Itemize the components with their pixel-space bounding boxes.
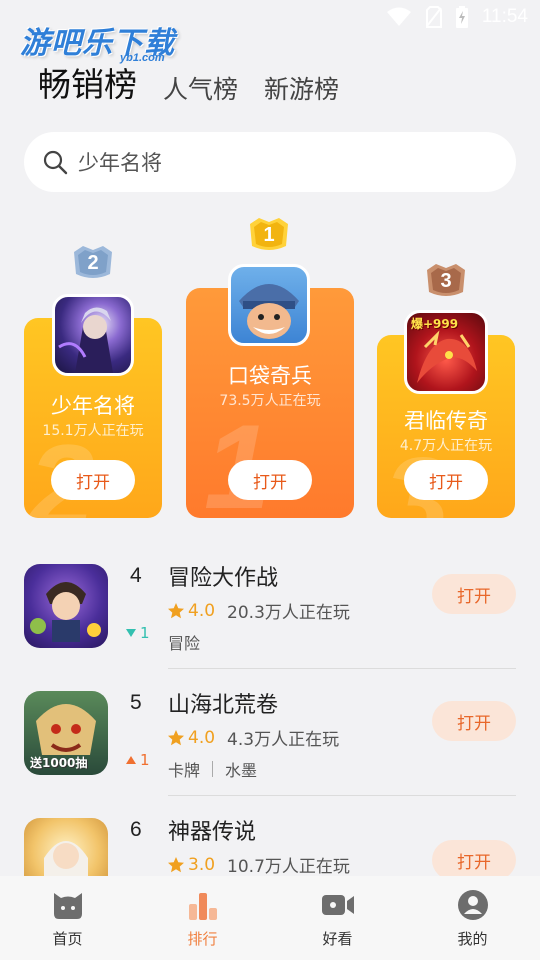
nav-item-watch[interactable]: 好看 [270, 876, 405, 960]
tag-separator [212, 761, 214, 777]
hero-art [58, 307, 113, 373]
game-icon-shaonian-mingjiang[interactable] [52, 294, 134, 376]
tab-bestseller[interactable]: 畅销榜 [38, 58, 137, 106]
bottom-nav: 首页 排行 好看 我的 [0, 876, 540, 960]
open-button[interactable]: 打开 [51, 460, 135, 500]
game-icon-maoxian-dazuozhan[interactable] [24, 564, 108, 648]
game-tag: 冒险 [168, 634, 201, 653]
rank-number: 5 [130, 691, 142, 714]
rank-number: 6 [130, 818, 142, 841]
game-tag: 水墨 [225, 761, 258, 780]
star-icon [168, 602, 184, 618]
sage-art [44, 841, 88, 876]
adventure-art [30, 582, 101, 642]
game-icon-koudai-qibing[interactable] [228, 264, 310, 346]
video-camera-icon [321, 895, 354, 915]
podium-game-name: 君临传奇 [404, 409, 488, 433]
divider [168, 795, 516, 796]
game-icon-shenqi-chuanshuo[interactable] [24, 818, 108, 876]
nav-label: 我的 [457, 930, 488, 948]
icon-badge-text: 送1000抽 [30, 756, 88, 770]
nav-item-ranking[interactable]: 排行 [135, 876, 270, 960]
game-rating: 4.0 [188, 600, 216, 621]
game-name: 神器传说 [168, 820, 257, 845]
game-tag: 卡牌 [168, 761, 201, 780]
open-button[interactable]: 打开 [432, 701, 516, 741]
game-players: 20.3万人正在玩 [227, 603, 350, 623]
soldier-art [239, 284, 299, 339]
game-players: 10.7万人正在玩 [227, 857, 350, 876]
podium-players: 15.1万人正在玩 [42, 423, 144, 439]
search-bar[interactable]: 少年名将 [24, 132, 516, 192]
list-item-rank-6[interactable]: 6 神器传说 3.0 10.7万人正在玩 打开 [0, 818, 540, 876]
star-icon [168, 856, 184, 872]
game-tags: 冒险 [168, 630, 200, 654]
open-button[interactable]: 打开 [432, 574, 516, 614]
game-players: 4.3万人正在玩 [227, 730, 340, 750]
podium-players: 4.7万人正在玩 [399, 438, 493, 454]
ranking-bars-icon [188, 893, 217, 920]
list-item-rank-4[interactable]: 4 1 冒险大作战 4.0 20.3万人正在玩 冒险 打开 [0, 564, 540, 690]
search-icon [43, 150, 68, 175]
trend-value: 1 [140, 751, 150, 769]
game-name: 山海北荒卷 [168, 693, 279, 718]
medal-number: 2 [87, 252, 99, 274]
wifi-icon [386, 7, 411, 26]
medal-number: 1 [263, 224, 275, 246]
divider [168, 668, 516, 669]
game-name: 冒险大作战 [168, 566, 279, 591]
nav-item-mine[interactable]: 我的 [405, 876, 540, 960]
profile-avatar-icon [457, 890, 488, 920]
trend-value: 1 [140, 624, 150, 642]
trend-up-icon [126, 756, 136, 764]
medal-number: 3 [440, 270, 452, 292]
search-input[interactable]: 少年名将 [78, 147, 162, 177]
open-button[interactable]: 打开 [228, 460, 312, 500]
open-button[interactable]: 打开 [432, 840, 516, 876]
nav-item-home[interactable]: 首页 [0, 876, 135, 960]
status-icons: 11:54 [386, 6, 528, 28]
game-icon-shanhai-beihuangjuan[interactable]: 送1000抽 [24, 691, 108, 775]
star-icon [168, 729, 184, 745]
game-rating: 3.0 [188, 854, 216, 875]
podium-game-name: 少年名将 [51, 394, 135, 418]
game-icon-junlin-chuanqi[interactable]: 爆+999 [404, 310, 488, 394]
rank-trend: 1 [126, 751, 150, 769]
tab-new-games[interactable]: 新游榜 [264, 70, 339, 106]
tab-popular[interactable]: 人气榜 [163, 70, 238, 106]
nav-label: 好看 [322, 930, 353, 948]
game-meta: 3.0 10.7万人正在玩 [168, 852, 350, 876]
no-sim-icon [425, 6, 442, 28]
rank-number: 4 [130, 564, 142, 587]
ranking-tabs: 畅销榜 人气榜 新游榜 [38, 58, 365, 106]
battery-icon [455, 6, 468, 28]
game-rating: 4.0 [188, 727, 216, 748]
game-meta: 4.0 4.3万人正在玩 [168, 725, 339, 750]
icon-badge-text: 爆+999 [411, 317, 459, 331]
list-item-rank-5[interactable]: 送1000抽 5 1 山海北荒卷 4.0 4.3万人正在玩 卡牌 水墨 打开 [0, 691, 540, 817]
trend-down-icon [126, 629, 136, 637]
podium-bg-number: 1 [204, 400, 271, 518]
game-tags: 卡牌 水墨 [168, 757, 257, 781]
nav-label: 首页 [52, 930, 83, 948]
status-time: 11:54 [481, 6, 528, 27]
podium-game-name: 口袋奇兵 [228, 364, 312, 388]
podium-players: 73.5万人正在玩 [219, 393, 321, 409]
nav-label: 排行 [187, 930, 218, 948]
open-button[interactable]: 打开 [404, 460, 488, 500]
rank-trend: 1 [126, 624, 150, 642]
game-meta: 4.0 20.3万人正在玩 [168, 598, 350, 623]
home-cat-icon [53, 893, 82, 919]
